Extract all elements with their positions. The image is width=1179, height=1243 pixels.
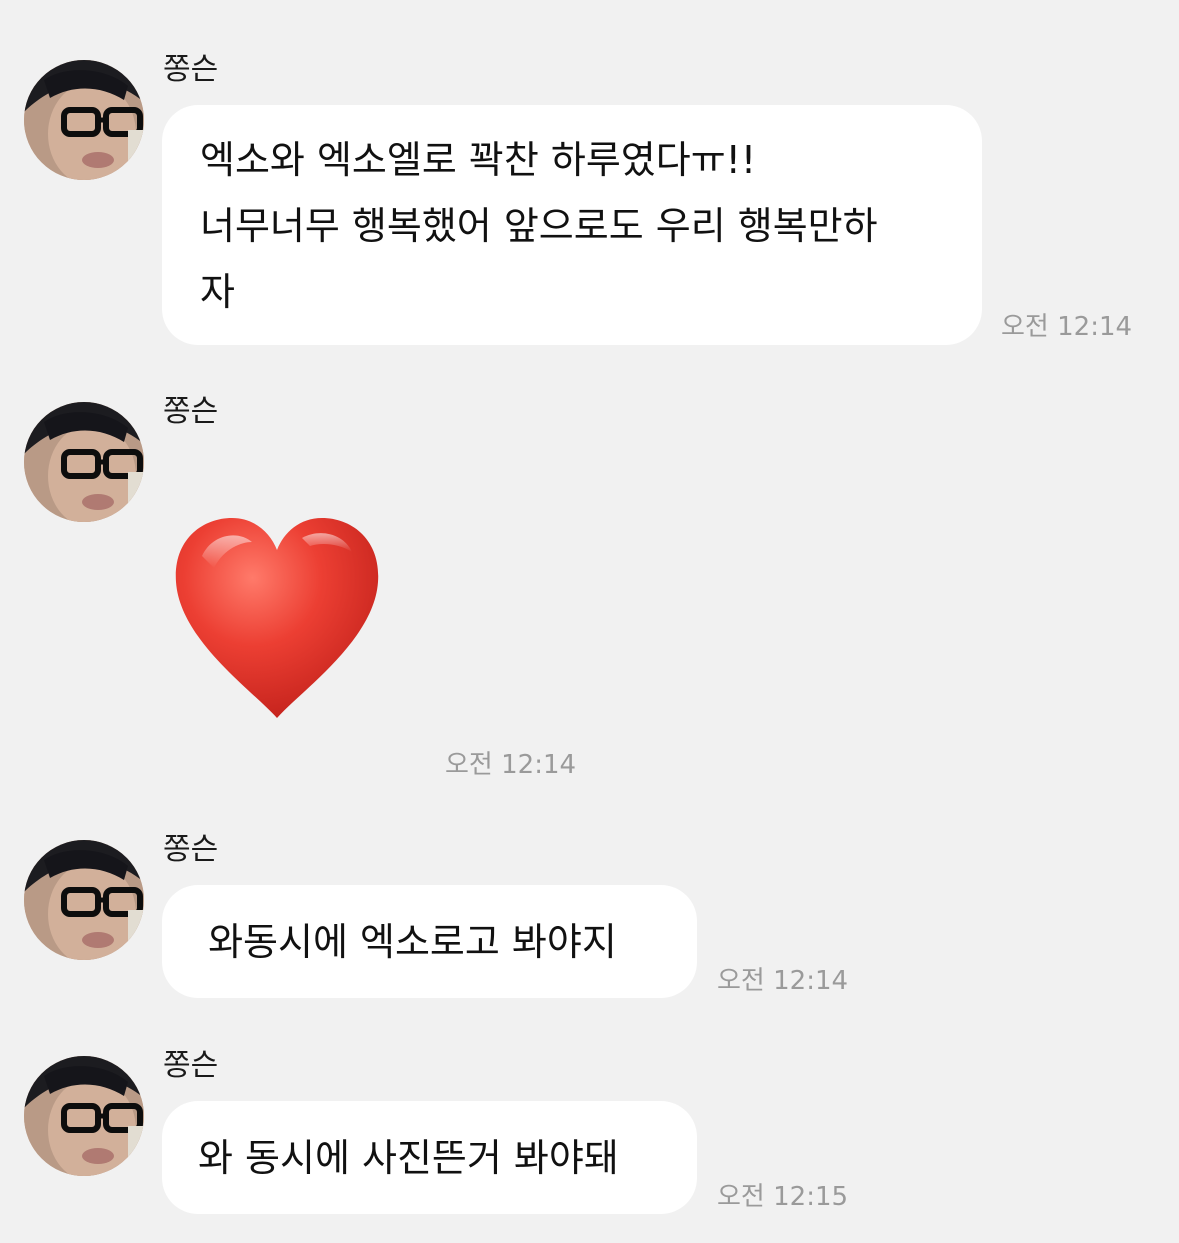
avatar[interactable] bbox=[24, 840, 144, 960]
message-timestamp: 오전 12:14 bbox=[1001, 312, 1133, 342]
avatar[interactable] bbox=[24, 60, 144, 180]
avatar[interactable] bbox=[24, 402, 144, 522]
avatar[interactable] bbox=[24, 1056, 144, 1176]
sender-name: 쫑슨 bbox=[163, 394, 219, 429]
message-bubble[interactable]: 와 동시에 사진뜬거 봐야돼 bbox=[162, 1101, 697, 1214]
message-timestamp: 오전 12:14 bbox=[445, 750, 577, 780]
message-bubble[interactable]: 엑소와 엑소엘로 꽉찬 하루였다ㅠ!! 너무너무 행복했어 앞으로도 우리 행복… bbox=[162, 105, 982, 345]
sender-name: 쫑슨 bbox=[163, 832, 219, 867]
sender-name: 쫑슨 bbox=[163, 1048, 219, 1083]
message-bubble[interactable]: 와동시에 엑소로고 봐야지 bbox=[162, 885, 697, 998]
message-timestamp: 오전 12:14 bbox=[717, 966, 849, 996]
red-heart-emoji[interactable] bbox=[172, 512, 382, 722]
sender-name: 쫑슨 bbox=[163, 52, 219, 87]
message-timestamp: 오전 12:15 bbox=[717, 1182, 849, 1212]
